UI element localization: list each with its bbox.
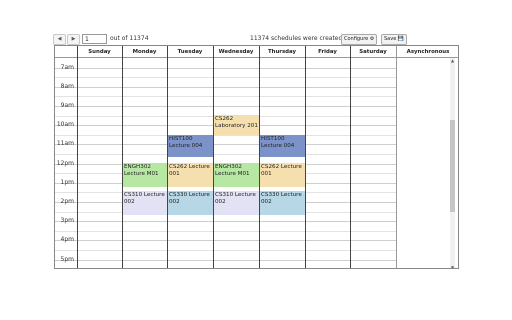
- day-column-divider: [213, 46, 214, 268]
- class-block-title: CS310 Lecture: [215, 192, 256, 198]
- class-block-title: HIST100: [169, 136, 193, 142]
- configure-button[interactable]: Configure ⚙: [341, 34, 378, 45]
- class-block-section: 001: [261, 171, 272, 177]
- grid-row-line: [55, 231, 396, 232]
- grid-row-line: [55, 240, 396, 241]
- class-block-title: CS330 Lecture: [261, 192, 302, 198]
- header-divider: [55, 57, 458, 58]
- class-block[interactable]: CS310 Lecture 002: [214, 191, 259, 215]
- hour-label: 12pm: [56, 159, 74, 167]
- class-block-title: CS330 Lecture: [169, 192, 210, 198]
- hour-label: 11am: [56, 140, 74, 148]
- schedules-created-status: 11374 schedules were created: [250, 35, 343, 42]
- class-block-section: 002: [169, 199, 180, 205]
- class-block-section: 002: [215, 199, 226, 205]
- class-block[interactable]: CS262 Lecture 001: [260, 163, 305, 187]
- hour-label: 1pm: [60, 178, 74, 186]
- class-block-title: CS262 Lecture: [261, 164, 302, 170]
- hour-label: 2pm: [60, 198, 74, 205]
- day-column-divider: [396, 46, 397, 268]
- grid-row-line: [55, 87, 396, 88]
- page-number-input[interactable]: 1: [82, 34, 107, 44]
- class-block-section: Laboratory 201: [215, 123, 258, 129]
- class-block-title: CS262: [215, 116, 234, 122]
- class-block-section: Lecture M01: [124, 171, 159, 177]
- grid-row-line: [55, 77, 396, 78]
- hour-label: 10am: [56, 121, 74, 129]
- hour-label: 8am: [60, 82, 74, 90]
- class-block-section: 002: [261, 199, 272, 205]
- class-block[interactable]: CS330 Lecture 002: [260, 191, 305, 215]
- day-column-divider: [350, 46, 351, 268]
- class-block[interactable]: ENGH302 Lecture M01: [123, 163, 167, 187]
- class-block[interactable]: CS330 Lecture 002: [168, 191, 213, 215]
- grid-row-line: [55, 106, 396, 107]
- hour-label: 5pm: [60, 255, 74, 263]
- scroll-down-icon[interactable]: ▼: [450, 265, 455, 268]
- scroll-up-icon[interactable]: ▲: [450, 58, 455, 63]
- weekly-calendar: Sunday Monday Tuesday Wednesday Thursday Frid…: [54, 45, 459, 269]
- day-column-divider: [77, 46, 78, 268]
- page-count-label: out of 11374: [110, 35, 149, 42]
- class-block-section: 002: [124, 199, 135, 205]
- class-block-section: Lecture 004: [169, 143, 203, 149]
- hour-label: 4pm: [60, 236, 74, 244]
- schedule-toolbar: ◀ ▶ 1 out of 11374 11374 schedules were …: [53, 34, 459, 45]
- calendar-scrollbar[interactable]: ▲ ▼: [450, 58, 455, 268]
- grid-row-line: [55, 96, 396, 97]
- class-block-title: CS310 Lecture: [124, 192, 165, 198]
- hour-label: 9am: [60, 102, 74, 109]
- scrollbar-thumb[interactable]: [450, 120, 455, 212]
- class-block-title: CS262 Lecture: [169, 164, 210, 170]
- class-block-title: ENGH302: [124, 164, 151, 170]
- grid-row-line: [55, 250, 396, 251]
- class-block[interactable]: ENGH302 Lecture M01: [214, 163, 259, 187]
- grid-row-line: [55, 135, 396, 136]
- grid-row-line: [55, 68, 396, 69]
- class-block[interactable]: HIST100 Lecture 004: [260, 135, 305, 157]
- day-column-divider: [122, 46, 123, 268]
- class-block-title: HIST100: [261, 136, 285, 142]
- class-block[interactable]: CS262 Laboratory 201: [214, 115, 259, 135]
- class-block-title: ENGH302: [215, 164, 242, 170]
- grid-row-line: [55, 221, 396, 222]
- grid-row-line: [55, 154, 396, 155]
- hour-label: 7am: [60, 63, 74, 71]
- save-button[interactable]: Save 💾: [381, 34, 408, 45]
- day-column-divider: [259, 46, 260, 268]
- class-block[interactable]: CS262 Lecture 001: [168, 163, 213, 187]
- grid-row-line: [55, 260, 396, 261]
- next-page-button[interactable]: ▶: [67, 34, 80, 45]
- class-block-section: 001: [169, 171, 180, 177]
- day-column-divider: [167, 46, 168, 268]
- class-block-section: Lecture M01: [215, 171, 250, 177]
- grid-row-line: [55, 144, 396, 145]
- hour-label: 3pm: [60, 217, 74, 225]
- class-block-section: Lecture 004: [261, 143, 295, 149]
- prev-page-button[interactable]: ◀: [53, 34, 66, 45]
- class-block[interactable]: HIST100 Lecture 004: [168, 135, 213, 157]
- class-block[interactable]: CS310 Lecture 002: [123, 191, 167, 215]
- day-column-divider: [305, 46, 306, 268]
